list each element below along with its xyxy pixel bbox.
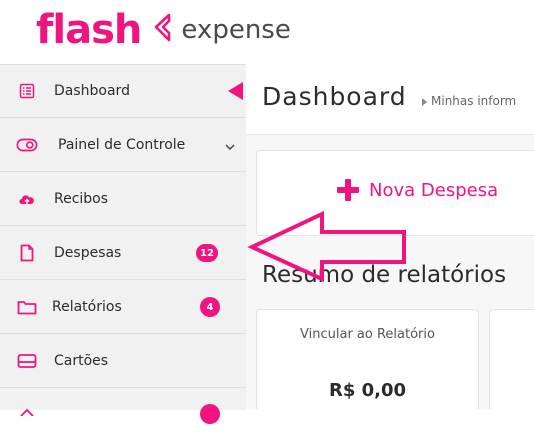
breadcrumb-label: Minhas inform: [431, 94, 517, 108]
logo-flash-text: flash: [36, 7, 142, 53]
count-badge-partial: [200, 404, 220, 424]
summary-card-label: Vincular ao Relatório: [300, 327, 435, 342]
cloud-upload-icon: [16, 188, 38, 210]
sidebar-item-partial[interactable]: [0, 389, 246, 442]
count-badge: 4: [200, 297, 220, 317]
sidebar-item-painel-de-controle[interactable]: Painel de Controle: [0, 119, 246, 172]
sidebar-item-label: Relatórios: [52, 299, 122, 315]
folder-icon: [16, 296, 38, 318]
new-expense-card: Nova Despesa: [256, 150, 534, 236]
summary-card-value: R$ 0,00: [328, 380, 407, 401]
flash-expense-logo[interactable]: flash expense: [36, 2, 291, 58]
summary-card-partial[interactable]: [489, 309, 534, 409]
sidebar-item-recibos[interactable]: Recibos: [0, 173, 246, 226]
card-icon: [16, 350, 38, 372]
caret-right-icon: [422, 97, 427, 106]
sidebar: Dashboard Painel de Controle Recibos Des…: [0, 64, 246, 424]
toggle-icon: [16, 134, 38, 156]
active-indicator-arrow: [228, 82, 243, 100]
chevron-down-icon[interactable]: [224, 138, 236, 157]
main-content: Dashboard Minhas inform Nova Despesa Res…: [246, 64, 534, 409]
new-expense-button[interactable]: Nova Despesa: [337, 179, 498, 201]
partial-icon: [16, 401, 38, 423]
summary-card[interactable]: Vincular ao Relatório R$ 0,00: [256, 309, 479, 409]
sidebar-item-cartoes[interactable]: Cartões: [0, 335, 246, 388]
sidebar-item-label: Cartões: [54, 353, 109, 369]
count-badge: 12: [196, 244, 218, 262]
section-title: Resumo de relatórios: [262, 262, 507, 288]
sidebar-item-dashboard[interactable]: Dashboard: [0, 65, 246, 118]
sidebar-item-label: Painel de Controle: [58, 137, 186, 153]
dashboard-list-icon: [16, 80, 38, 102]
top-bar: flash expense: [0, 0, 534, 64]
page-header: Dashboard Minhas inform: [246, 64, 534, 135]
logo-expense-text: expense: [181, 15, 291, 45]
sidebar-item-relatorios[interactable]: Relatórios 4: [0, 281, 246, 334]
page-title: Dashboard: [262, 82, 407, 111]
sidebar-item-label: Despesas: [54, 245, 122, 261]
flash-logo-mark-icon: [149, 13, 175, 47]
breadcrumb[interactable]: Minhas inform: [422, 94, 516, 108]
document-icon: [16, 242, 38, 264]
sidebar-item-label: Dashboard: [54, 83, 130, 99]
plus-icon: [337, 179, 359, 201]
sidebar-item-despesas[interactable]: Despesas 12: [0, 227, 246, 280]
new-expense-label: Nova Despesa: [369, 179, 499, 201]
sidebar-item-label: Recibos: [54, 191, 109, 207]
